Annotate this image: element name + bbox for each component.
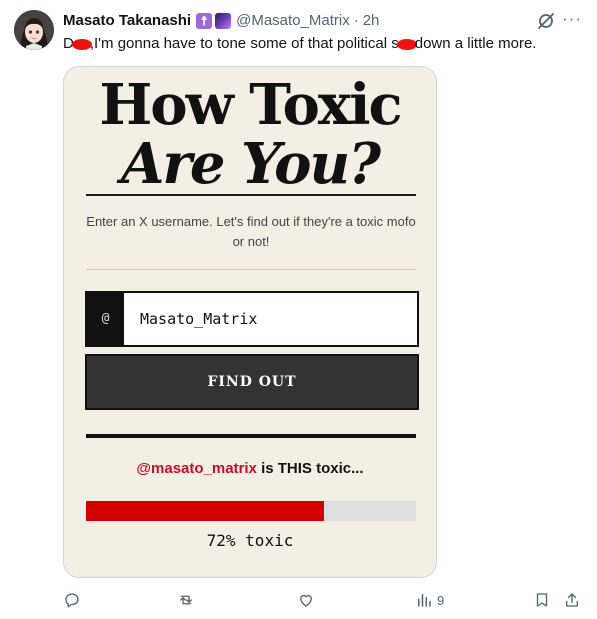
bookmark-icon: [536, 593, 548, 607]
toxicity-card-image[interactable]: How Toxic Are You? Enter an X username. …: [63, 66, 437, 578]
divider: [86, 434, 416, 438]
timestamp[interactable]: 2h: [363, 11, 380, 31]
divider: [86, 269, 416, 270]
redaction-mark: [396, 38, 417, 50]
tweet-text-part3: down a little more.: [414, 35, 537, 52]
separator-dot: ·: [353, 12, 359, 29]
result-text: @masato_matrix is THIS toxic...: [64, 459, 436, 479]
reply-icon: [65, 593, 79, 608]
reply-button[interactable]: [63, 590, 81, 610]
retweet-button[interactable]: [177, 590, 195, 610]
toxicity-percent-label: 72% toxic: [206, 531, 294, 550]
author-name[interactable]: Masato Takanashi: [63, 11, 191, 31]
divider: [86, 194, 416, 196]
tweet-text-part2: ,I'm gonna have to tone some of that pol…: [89, 35, 399, 52]
grok-icon[interactable]: [536, 11, 556, 31]
username-input[interactable]: [124, 293, 417, 345]
galaxy-badge-icon: [215, 13, 232, 29]
avatar[interactable]: [14, 10, 54, 50]
avatar-image: [14, 10, 54, 50]
card-title-line1: How Toxic: [99, 72, 402, 138]
like-button[interactable]: [297, 590, 315, 610]
retweet-icon: [180, 595, 192, 605]
toxicity-progress-bar: [86, 501, 416, 521]
card-title: How Toxic Are You?: [64, 75, 436, 193]
result-username: @masato_matrix: [136, 460, 257, 477]
more-icon[interactable]: ···: [562, 9, 582, 29]
views-count: 9: [437, 592, 445, 608]
like-icon: [300, 594, 312, 607]
cross-badge-icon: ☨: [196, 13, 213, 29]
toxicity-progress-fill: [86, 501, 324, 521]
views-icon: [418, 594, 431, 607]
redaction-mark: [71, 38, 92, 50]
result-suffix: is THIS toxic...: [256, 460, 364, 477]
author-handle[interactable]: @Masato_Matrix: [236, 11, 350, 31]
card-title-line2: Are You?: [120, 131, 381, 197]
share-button[interactable]: [563, 590, 581, 610]
share-icon: [566, 593, 578, 607]
views-button[interactable]: 9: [415, 590, 444, 610]
at-prefix: @: [87, 293, 124, 345]
username-input-group: @: [85, 291, 419, 347]
tweet-text: D ,I'm gonna have to tone some of that po…: [63, 34, 536, 54]
card-description: Enter an X username. Let's find out if t…: [86, 214, 416, 249]
tweet-header: Masato Takanashi ☨ @Masato_Matrix · 2h: [63, 11, 379, 31]
tweet-actions: 9: [63, 590, 583, 610]
find-out-button[interactable]: FIND OUT: [85, 354, 419, 410]
bookmark-button[interactable]: [533, 590, 551, 610]
